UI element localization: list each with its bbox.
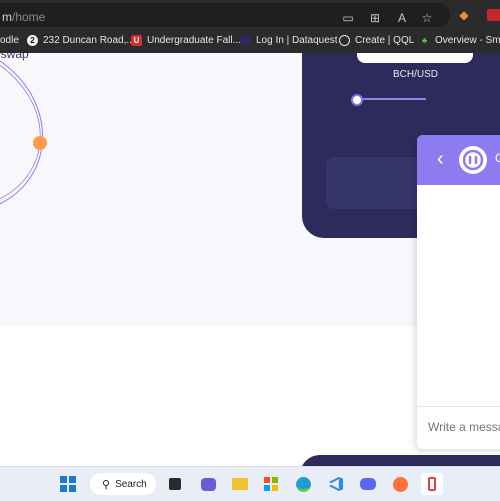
search-label: Search: [115, 478, 147, 490]
pair-label: BCH/USD: [393, 69, 439, 80]
bookmark-moodle[interactable]: odle: [0, 32, 19, 48]
chat-divider: [417, 406, 500, 407]
number-2-icon: 2: [27, 34, 38, 46]
bookmark-label: Undergraduate Fall...: [147, 34, 241, 46]
bookmark-label: Log In | Dataquest: [256, 34, 338, 46]
orbit-graphic: [0, 60, 47, 205]
bookmark-label: Overview - Smart: [435, 34, 500, 46]
chat-header: ‹ C: [417, 135, 500, 185]
bookmark-label: 232 Duncan Road,...: [43, 34, 135, 46]
reader-icon[interactable]: ▭: [342, 12, 354, 24]
chat-logo-icon: [459, 146, 487, 174]
dataquest-icon: [240, 34, 251, 46]
chat-widget: ‹ C: [417, 135, 500, 449]
teams-icon[interactable]: [197, 473, 219, 495]
chevron-left-icon[interactable]: ‹: [437, 147, 444, 171]
url-text[interactable]: m/home: [2, 10, 45, 24]
discord-icon[interactable]: [357, 473, 379, 495]
bookmark-overview[interactable]: ♣ Overview - Smart: [419, 32, 500, 48]
lower-card: [300, 455, 500, 466]
bookmark-undergraduate[interactable]: U Undergraduate Fall...: [131, 32, 241, 48]
bookmark-duncan-road[interactable]: 2 232 Duncan Road,...: [27, 32, 135, 48]
leaf-icon: ♣: [421, 35, 428, 45]
taskbar-search[interactable]: ⚲ Search: [90, 473, 156, 495]
extensions-grid-icon[interactable]: ⊞: [369, 12, 381, 24]
bookmark-label: odle: [0, 34, 19, 46]
chat-message-input[interactable]: [428, 420, 500, 434]
u-logo-icon: U: [131, 34, 142, 46]
bookmark-dataquest[interactable]: Log In | Dataquest: [240, 32, 338, 48]
windows-start-icon[interactable]: [57, 473, 79, 495]
firefox-icon[interactable]: [389, 473, 411, 495]
favorite-star-icon[interactable]: ☆: [421, 12, 433, 24]
card-top-pill[interactable]: [357, 53, 473, 63]
bookmarks-bar: odle 2 232 Duncan Road,... U Undergraduate…: [0, 30, 500, 50]
windows-taskbar: ⚲ Search: [0, 466, 500, 501]
qql-icon: [339, 34, 350, 46]
file-explorer-icon[interactable]: [229, 473, 251, 495]
text-size-icon[interactable]: A: [396, 12, 408, 24]
orbit-arc: [0, 60, 43, 205]
bookmark-label: Create | QQL: [355, 34, 415, 46]
pdf-icon[interactable]: [487, 9, 500, 21]
metamask-icon[interactable]: ◆: [458, 9, 470, 21]
store-icon[interactable]: [260, 473, 282, 495]
web-page: iswap BCH/USD ‹ C: [0, 53, 500, 466]
address-bar[interactable]: m/home ▭ ⊞ A ☆: [0, 3, 450, 27]
orbit-arc-inner: [0, 65, 41, 199]
orbit-dot: [33, 136, 47, 150]
task-view-icon[interactable]: [164, 473, 186, 495]
search-icon: ⚲: [102, 478, 111, 491]
chat-title: C: [495, 151, 500, 165]
logo-mark: [462, 149, 484, 171]
slider-track[interactable]: [356, 98, 426, 100]
browser-chrome: m/home ▭ ⊞ A ☆ ◆ odle 2 232 Duncan Road,.…: [0, 0, 500, 53]
snipping-tool-icon[interactable]: [421, 473, 443, 495]
bookmark-qql[interactable]: Create | QQL: [339, 32, 414, 48]
url-host: m: [2, 10, 12, 24]
vscode-icon[interactable]: [325, 473, 347, 495]
slider-handle[interactable]: [351, 94, 363, 106]
edge-icon[interactable]: [292, 473, 314, 495]
url-path: /home: [12, 10, 46, 24]
